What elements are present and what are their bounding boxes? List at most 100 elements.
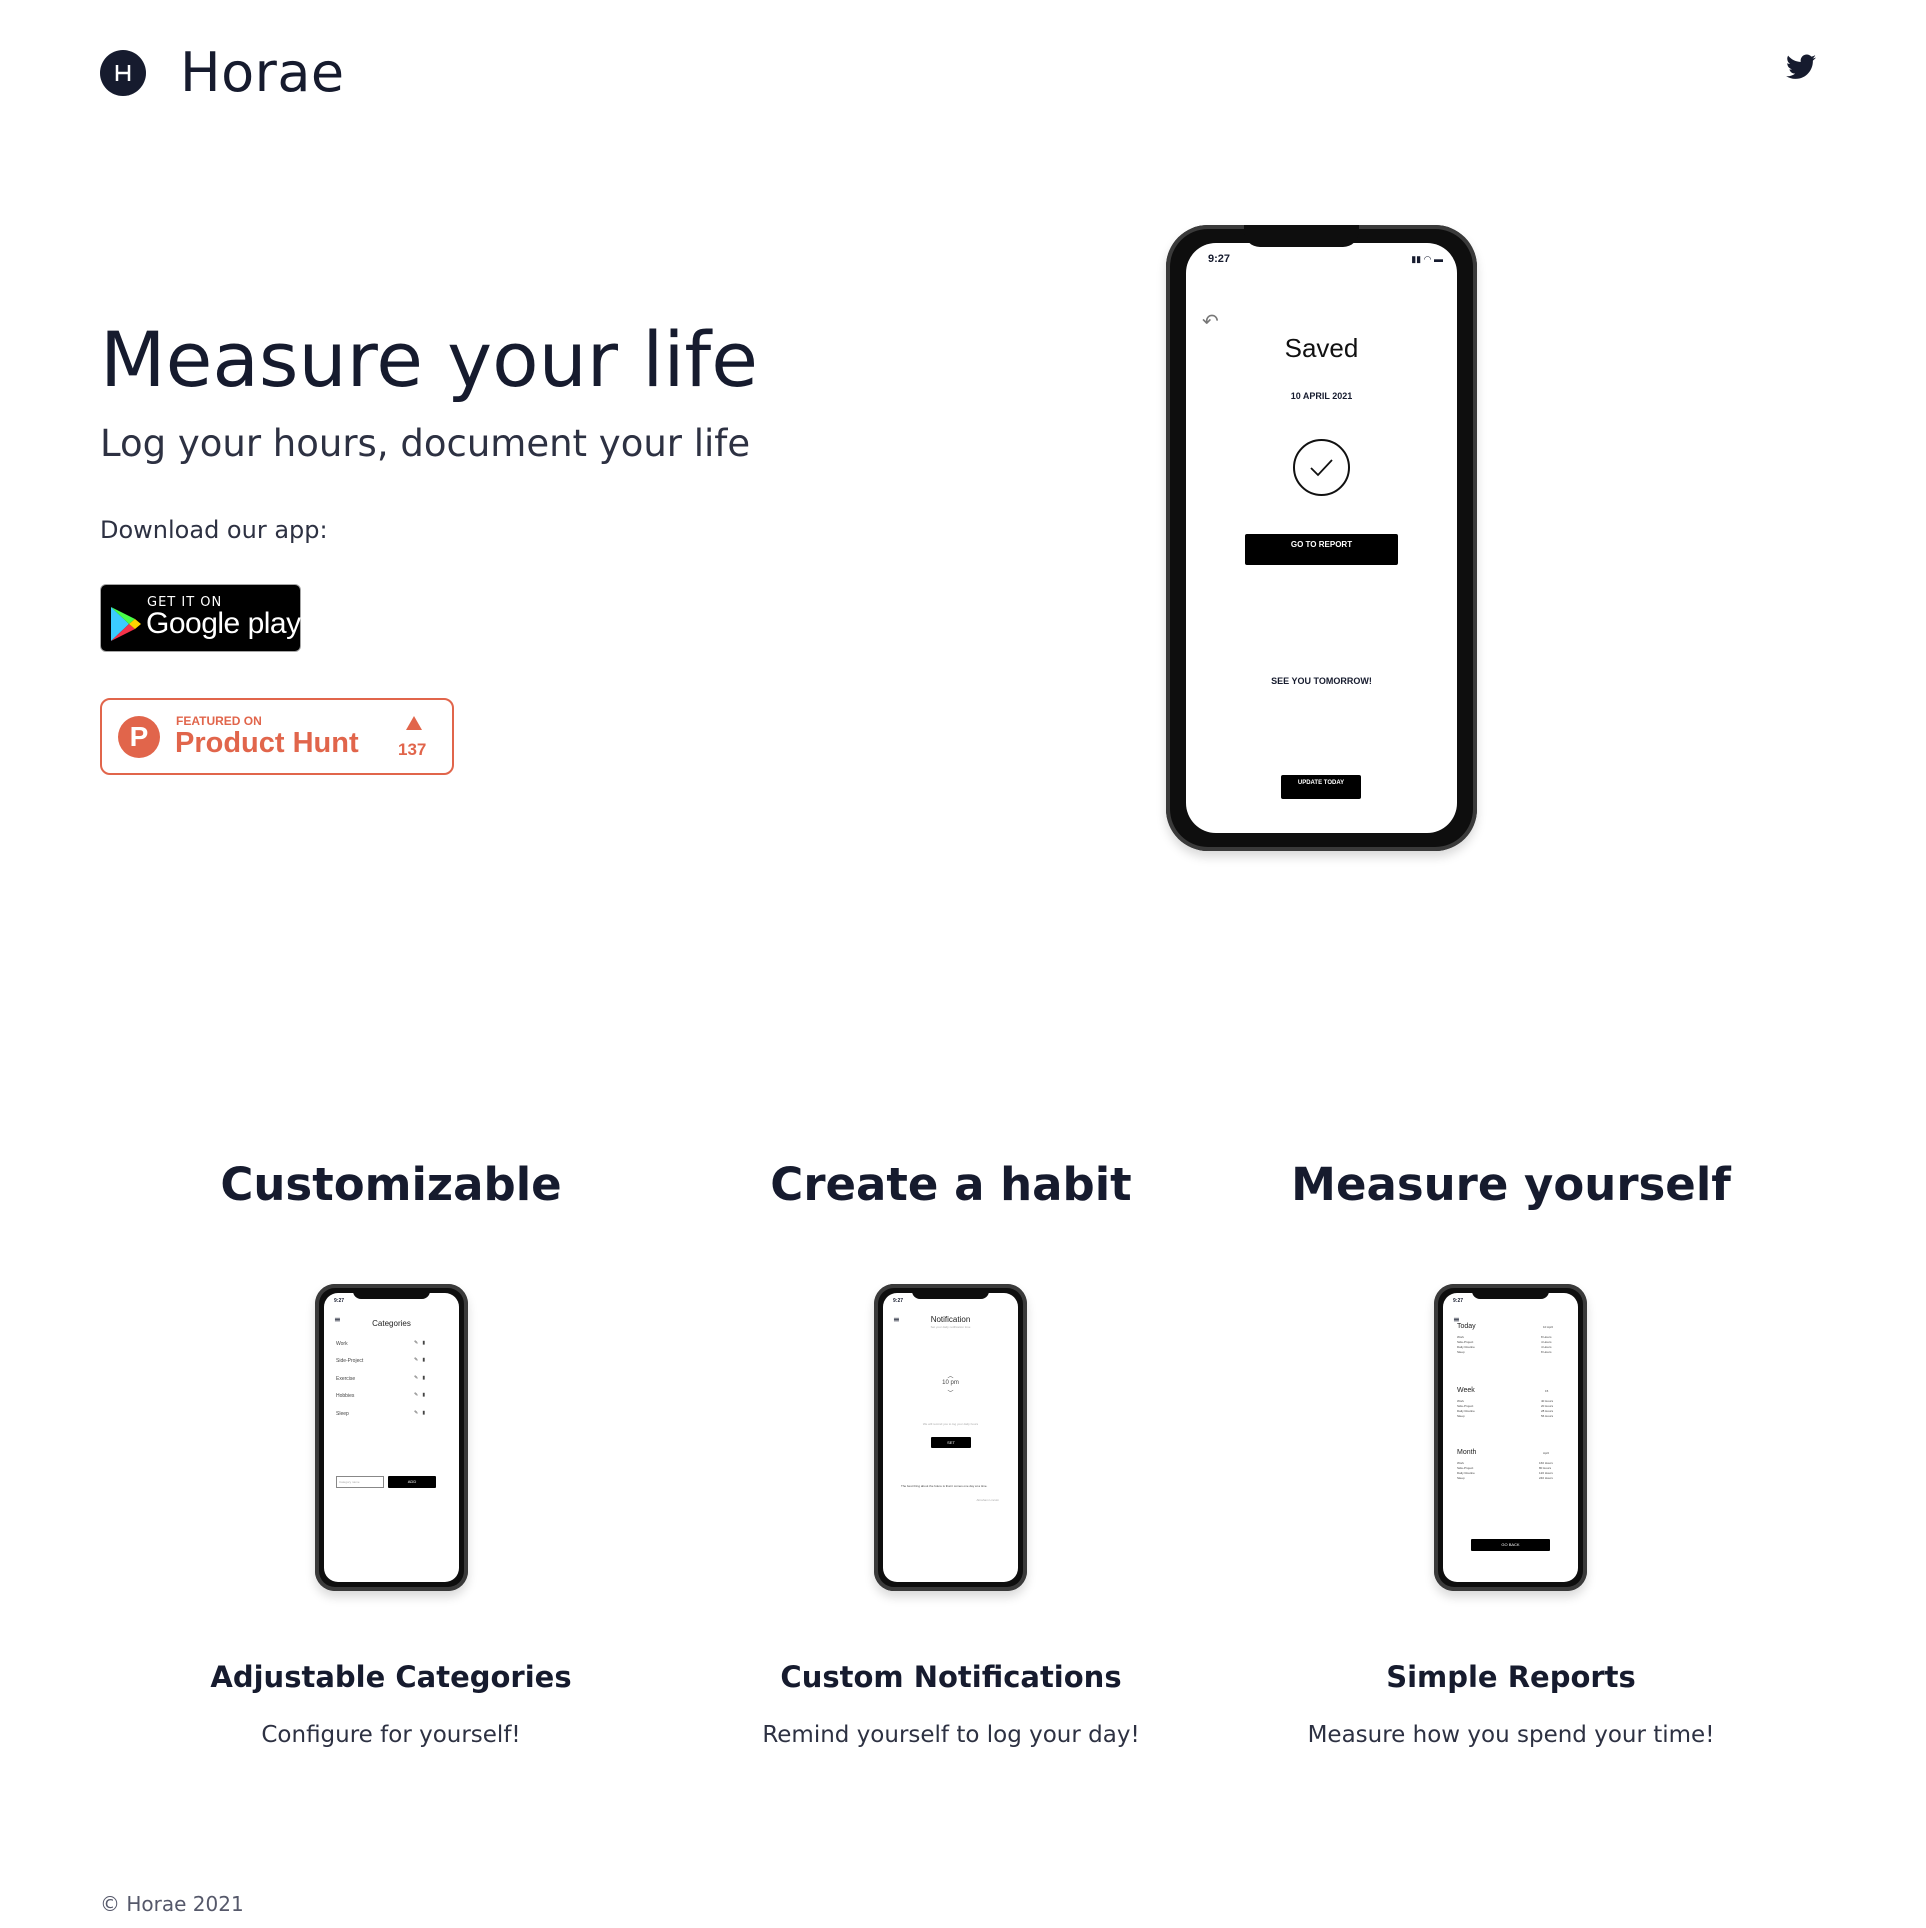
phone-notch xyxy=(1244,225,1359,247)
phone-time: 9:27 xyxy=(334,1298,345,1304)
go-to-report-button: GO TO REPORT xyxy=(1245,534,1398,565)
report-section-tag: 10 April xyxy=(1543,1325,1554,1329)
feature-description-reports: Measure how you spend your time! xyxy=(1307,1722,1715,1748)
report-value: 240 Hours xyxy=(1539,1476,1553,1480)
report-value: 40 Hours xyxy=(1541,1399,1554,1403)
twitter-icon[interactable] xyxy=(1786,54,1816,80)
report-item: Work xyxy=(1457,1399,1464,1403)
report-phone-mockup: 9:27 ≡ Today 10 April Work Side-Project … xyxy=(1434,1284,1587,1591)
feature-description-notifications: Remind yourself to log your day! xyxy=(762,1722,1140,1748)
notification-note: We will remind you to log your daily hou… xyxy=(922,1422,979,1426)
report-value: 56 Hours xyxy=(1541,1414,1554,1418)
report-section-tag: April xyxy=(1543,1451,1550,1455)
google-play-icon xyxy=(111,607,141,641)
report-value: 120 Hours xyxy=(1539,1471,1553,1475)
time-value: 10 pm xyxy=(942,1380,959,1386)
google-play-big-text: Google play xyxy=(146,607,301,640)
phone-screen: 9:27 ≡ Today 10 April Work Side-Project … xyxy=(1443,1293,1578,1582)
report-item: Work xyxy=(1457,1335,1464,1339)
category-item: Sleep xyxy=(336,1411,349,1417)
horae-logo-icon xyxy=(100,50,146,96)
report-item: Sleep xyxy=(1457,1476,1465,1480)
notification-phone-mockup: 9:27 ≡ Notification Set your daily notif… xyxy=(874,1284,1027,1591)
hero-phone-mockup: 9:27 ▮▮ ◠ ▬ ↶ Saved 10 APRIL 2021 GO TO … xyxy=(1166,225,1477,851)
report-item: Daily Routine xyxy=(1457,1345,1475,1349)
set-button: SET xyxy=(931,1437,971,1448)
google-play-badge[interactable]: GET IT ON Google play xyxy=(100,584,301,652)
product-hunt-featured: FEATURED ON xyxy=(176,714,262,728)
hero-subtitle: Log your hours, document your life xyxy=(100,422,751,465)
category-input: Category name xyxy=(336,1476,384,1488)
quote-text: The best thing about the future is that … xyxy=(901,1484,988,1488)
phone-date: 10 APRIL 2021 xyxy=(1290,391,1353,401)
report-section-tag: 15 xyxy=(1545,1389,1549,1393)
update-today-button: UPDATE TODAY xyxy=(1281,775,1361,799)
report-item: Daily Routine xyxy=(1457,1471,1475,1475)
phone-screen: 9:27 ▮▮ ◠ ▬ ↶ Saved 10 APRIL 2021 GO TO … xyxy=(1186,243,1457,833)
phone-screen: 9:27 ≡ Notification Set your daily notif… xyxy=(883,1293,1018,1582)
report-item: Side-Project xyxy=(1457,1466,1474,1470)
back-icon: ↶ xyxy=(1202,309,1219,333)
phone-notch xyxy=(1472,1288,1549,1299)
product-hunt-icon: P xyxy=(118,716,160,758)
report-value: 4 Hours xyxy=(1541,1345,1552,1349)
report-value: 80 Hours xyxy=(1539,1466,1552,1470)
upvote-icon xyxy=(406,716,422,730)
brand-logo[interactable]: Horae xyxy=(100,46,345,100)
chevron-up-icon: ︿ xyxy=(947,1374,954,1380)
phone-time: 9:27 xyxy=(893,1298,904,1304)
phone-status-icons: ▮▮ ◠ ▬ xyxy=(1411,254,1443,264)
feature-title-measure: Measure yourself xyxy=(1291,1158,1731,1211)
brand-name: Horae xyxy=(180,41,345,104)
phone-notch xyxy=(353,1288,430,1299)
report-section-heading: Today xyxy=(1457,1323,1476,1330)
report-item: Daily Routine xyxy=(1457,1409,1475,1413)
report-value: 4 Hours xyxy=(1541,1340,1552,1344)
go-back-button: GO BACK xyxy=(1471,1539,1550,1551)
report-value: 28 Hours xyxy=(1541,1409,1554,1413)
phone-time: 9:27 xyxy=(1208,253,1231,265)
feature-title-habit: Create a habit xyxy=(770,1158,1132,1211)
edit-delete-icons: ✎ ▮ xyxy=(414,1340,426,1346)
report-value: 8 Hours xyxy=(1541,1350,1552,1354)
feature-subtitle-reports: Simple Reports xyxy=(1386,1660,1636,1694)
chevron-down-icon: ﹀ xyxy=(947,1391,954,1397)
categories-phone-mockup: 9:27 ≡ Categories Work Side-Project Exer… xyxy=(315,1284,468,1591)
feature-subtitle-categories: Adjustable Categories xyxy=(210,1660,572,1694)
report-item: Side-Project xyxy=(1457,1340,1474,1344)
edit-delete-icons: ✎ ▮ xyxy=(414,1375,426,1381)
category-item: Side-Project xyxy=(336,1358,364,1364)
edit-delete-icons: ✎ ▮ xyxy=(414,1357,426,1363)
report-section-heading: Month xyxy=(1457,1449,1477,1456)
report-item: Sleep xyxy=(1457,1350,1465,1354)
quote-author: Abraham Lincoln xyxy=(976,1498,999,1502)
product-hunt-name: Product Hunt xyxy=(175,727,359,759)
phone-message: SEE YOU TOMORROW! xyxy=(1271,676,1372,686)
upvote-count: 137 xyxy=(398,740,427,759)
categories-heading: Categories xyxy=(372,1319,411,1328)
category-item: Exercise xyxy=(336,1376,356,1382)
notification-heading: Notification xyxy=(930,1315,971,1324)
footer-copyright: © Horae 2021 xyxy=(100,1892,244,1916)
report-value: 8 Hours xyxy=(1541,1335,1552,1339)
download-label: Download our app: xyxy=(100,516,328,544)
phone-notch xyxy=(912,1288,989,1299)
report-item: Work xyxy=(1457,1461,1464,1465)
edit-delete-icons: ✎ ▮ xyxy=(414,1392,426,1398)
product-hunt-badge[interactable]: P FEATURED ON Product Hunt 137 xyxy=(100,698,454,775)
phone-time: 9:27 xyxy=(1453,1298,1464,1304)
feature-subtitle-notifications: Custom Notifications xyxy=(780,1660,1122,1694)
report-value: 160 Hours xyxy=(1539,1461,1553,1465)
category-item: Work xyxy=(336,1341,348,1347)
feature-title-customizable: Customizable xyxy=(220,1158,562,1211)
check-icon xyxy=(1293,439,1350,496)
hero-title: Measure your life xyxy=(100,315,758,404)
edit-delete-icons: ✎ ▮ xyxy=(414,1410,426,1416)
phone-saved-title: Saved xyxy=(1284,333,1359,363)
notification-caption: Set your daily notification time xyxy=(930,1325,971,1329)
report-section-heading: Week xyxy=(1457,1387,1475,1394)
category-item: Hobbies xyxy=(336,1393,355,1399)
report-value: 20 Hours xyxy=(1541,1404,1554,1408)
report-item: Sleep xyxy=(1457,1414,1465,1418)
feature-description-categories: Configure for yourself! xyxy=(261,1722,521,1748)
